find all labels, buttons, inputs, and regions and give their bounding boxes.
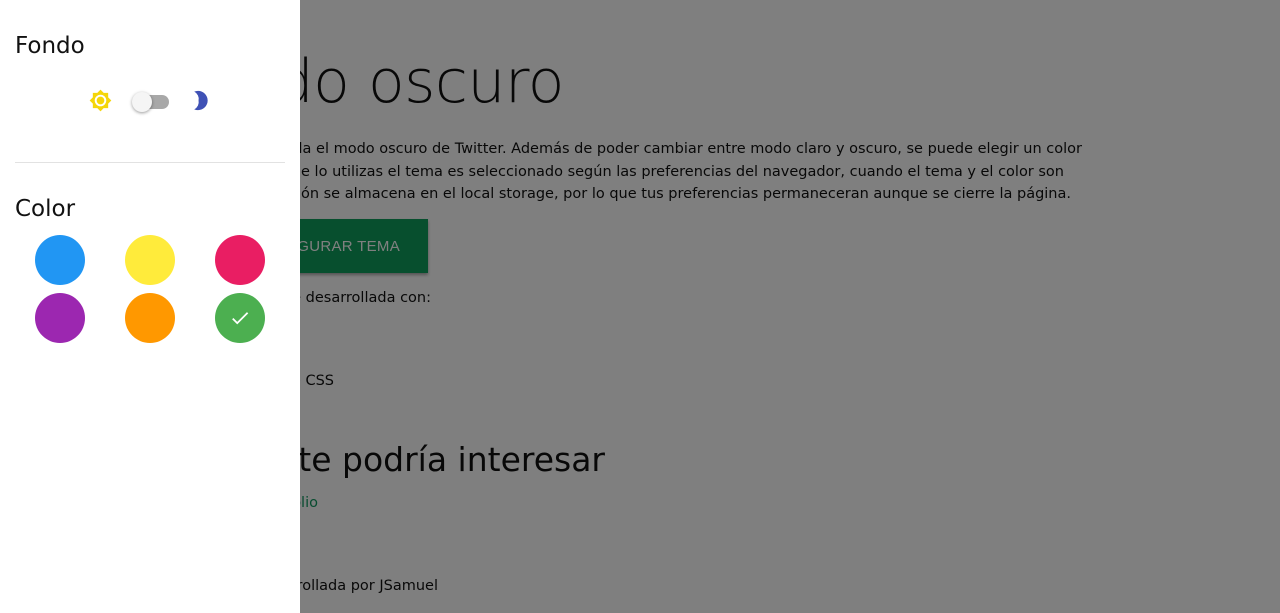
color-swatch-grid xyxy=(35,235,265,343)
color-swatch-pink[interactable] xyxy=(215,235,265,285)
toggle-thumb xyxy=(132,92,152,112)
divider xyxy=(15,162,285,163)
sun-icon xyxy=(89,89,112,112)
color-swatch-yellow[interactable] xyxy=(125,235,175,285)
moon-icon xyxy=(194,90,208,111)
color-swatch-purple[interactable] xyxy=(35,293,85,343)
dark-mode-toggle[interactable] xyxy=(131,90,171,112)
check-icon xyxy=(232,312,249,325)
background-heading: Fondo xyxy=(15,33,85,59)
color-swatch-orange[interactable] xyxy=(125,293,175,343)
color-swatch-blue[interactable] xyxy=(35,235,85,285)
color-heading: Color xyxy=(15,196,76,222)
settings-drawer: Fondo Color xyxy=(0,0,300,613)
color-swatch-green[interactable] xyxy=(215,293,265,343)
